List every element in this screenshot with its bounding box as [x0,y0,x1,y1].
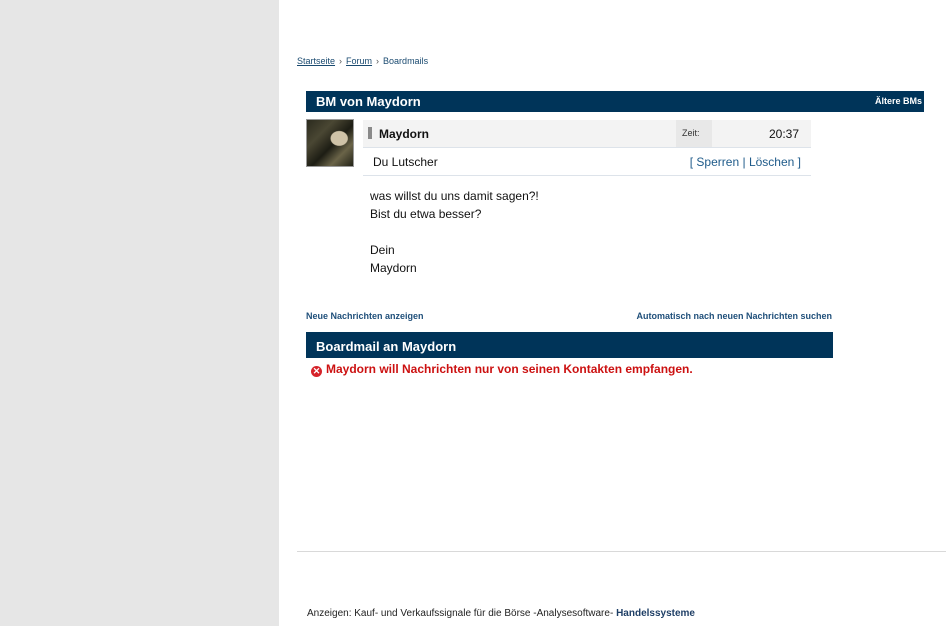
compose-header-title: Boardmail an Maydorn [316,339,457,354]
ads-prefix: Anzeigen: Kauf- und Verkaufssignale für … [307,608,614,619]
message-body-line: Bist du etwa besser? [370,207,482,221]
message-header-title: BM von Maydorn [316,94,421,109]
message-body-line [370,223,539,241]
message-body-line: Maydorn [370,261,417,275]
sender-marker [368,127,372,139]
message-actions: [ Sperren | Löschen ] [690,155,801,169]
time-label: Zeit: [682,128,700,138]
actions-open-bracket: [ [689,155,694,169]
ads-handelssysteme-link[interactable]: Handelssysteme [616,608,695,619]
error-message: ✕ Maydorn will Nachrichten nur von seinen… [311,362,693,377]
message-body: was willst du uns damit sagen?! Bist du … [370,187,539,277]
time-label-cell: Zeit: [676,120,712,147]
sender-name[interactable]: Maydorn [379,127,429,141]
actions-close-bracket: ] [797,155,801,169]
breadcrumb-forum-link[interactable]: Forum [346,56,372,66]
time-value: 20:37 [768,127,799,141]
footer-divider [297,551,946,552]
breadcrumb: Startseite › Forum › Boardmails [297,56,428,66]
message-body-line: was willst du uns damit sagen?! [370,189,539,203]
actions-pipe: | [742,155,746,169]
message-body-line: Dein [370,243,395,257]
auto-search-messages-link[interactable]: Automatisch nach neuen Nachrichten suche… [636,311,832,321]
message-subject: Du Lutscher [373,155,438,169]
breadcrumb-separator: › [339,56,343,66]
show-new-messages-link[interactable]: Neue Nachrichten anzeigen [306,311,424,321]
breadcrumb-current: Boardmails [383,56,429,66]
delete-message-link[interactable]: Löschen [749,155,794,169]
left-gutter [0,0,279,626]
sender-avatar[interactable] [306,119,354,167]
breadcrumb-separator: › [376,56,380,66]
compose-header-bar: Boardmail an Maydorn [306,332,833,358]
message-header-bar: BM von Maydorn Ältere BMs [306,91,924,112]
older-messages-link[interactable]: Ältere BMs [875,96,922,106]
error-text: Maydorn will Nachrichten nur von seinen … [326,362,693,376]
message-meta-row: Maydorn Zeit: 20:37 [363,120,811,148]
block-user-link[interactable]: Sperren [696,155,739,169]
error-icon: ✕ [311,366,322,377]
breadcrumb-home-link[interactable]: Startseite [297,56,335,66]
message-subject-row: Du Lutscher [ Sperren | Löschen ] [363,148,811,176]
ads-line: Anzeigen: Kauf- und Verkaufssignale für … [307,608,695,619]
